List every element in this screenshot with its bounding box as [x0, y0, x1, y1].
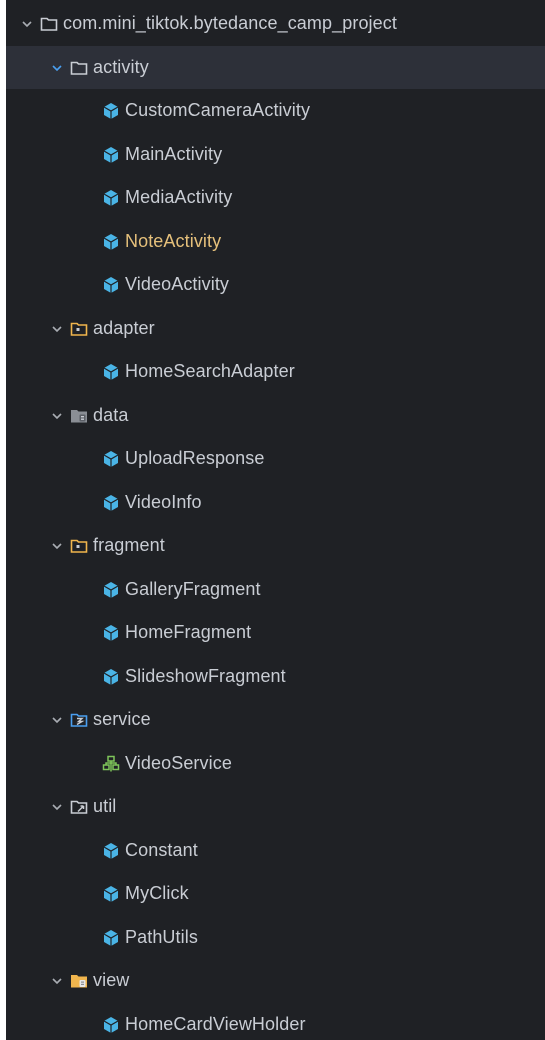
- tree-node-folder-view[interactable]: view: [6, 959, 545, 1002]
- class-icon: [102, 1016, 120, 1034]
- data-folder-icon: [70, 407, 88, 425]
- service-folder-icon: [70, 711, 88, 729]
- chevron-down-icon[interactable]: [50, 539, 64, 553]
- tree-node-class[interactable]: GalleryFragment: [6, 568, 545, 611]
- tree-node-label: Constant: [125, 840, 198, 860]
- package-folder-icon: [70, 537, 88, 555]
- tree-node-folder-adapter[interactable]: adapter: [6, 307, 545, 350]
- class-icon: [102, 189, 120, 207]
- tree-node-class[interactable]: CustomCameraActivity: [6, 89, 545, 132]
- tree-node-folder-service[interactable]: service: [6, 698, 545, 741]
- tree-node-label: SlideshowFragment: [125, 666, 286, 686]
- tree-node-label: HomeCardViewHolder: [125, 1014, 306, 1034]
- tree-node-class[interactable]: NoteActivity: [6, 220, 545, 263]
- project-tree-panel: com.mini_tiktok.bytedance_camp_project a…: [6, 0, 545, 1040]
- chevron-down-icon[interactable]: [50, 409, 64, 423]
- tree-node-class[interactable]: HomeSearchAdapter: [6, 350, 545, 393]
- tree-node-label: util: [93, 796, 117, 816]
- tree-node-class[interactable]: HomeFragment: [6, 611, 545, 654]
- class-icon: [102, 450, 120, 468]
- tree-node-label: HomeSearchAdapter: [125, 361, 295, 381]
- chevron-down-icon[interactable]: [50, 800, 64, 814]
- tree-node-label: VideoActivity: [125, 274, 230, 294]
- class-icon: [102, 929, 120, 947]
- tree-node-label: data: [93, 405, 129, 425]
- tree-node-label: MediaActivity: [125, 187, 233, 207]
- tree-node-class[interactable]: HomeCardViewHolder: [6, 1003, 545, 1040]
- class-icon: [102, 581, 120, 599]
- tree-node-label: service: [93, 709, 151, 729]
- class-icon: [102, 885, 120, 903]
- tree-node-label: view: [93, 970, 130, 990]
- tree-node-class[interactable]: SlideshowFragment: [6, 655, 545, 698]
- class-icon: [102, 102, 120, 120]
- chevron-down-icon[interactable]: [20, 17, 34, 31]
- class-icon: [102, 146, 120, 164]
- tree-node-service[interactable]: VideoService: [6, 742, 545, 785]
- class-icon: [102, 363, 120, 381]
- tree-node-class[interactable]: Constant: [6, 829, 545, 872]
- tree-node-class[interactable]: MyClick: [6, 872, 545, 915]
- tree-node-class[interactable]: MainActivity: [6, 133, 545, 176]
- tree-node-label: PathUtils: [125, 927, 198, 947]
- tree-node-label: NoteActivity: [125, 231, 222, 251]
- view-folder-icon: [70, 972, 88, 990]
- class-icon: [102, 668, 120, 686]
- folder-outline-icon: [70, 59, 88, 77]
- tree-node-class[interactable]: PathUtils: [6, 916, 545, 959]
- tree-node-label: VideoInfo: [125, 492, 202, 512]
- tree-node-folder-activity[interactable]: activity: [6, 46, 545, 89]
- class-icon: [102, 624, 120, 642]
- tree-node-folder-data[interactable]: data: [6, 394, 545, 437]
- package-folder-icon: [70, 320, 88, 338]
- service-icon: [102, 755, 120, 773]
- tree-node-folder-fragment[interactable]: fragment: [6, 524, 545, 567]
- tree-node-label: com.mini_tiktok.bytedance_camp_project: [63, 13, 397, 33]
- tree-node-label: HomeFragment: [125, 622, 252, 642]
- tree-node-label: MyClick: [125, 883, 189, 903]
- tree-node-root-package[interactable]: com.mini_tiktok.bytedance_camp_project: [6, 2, 545, 45]
- class-icon: [102, 494, 120, 512]
- chevron-down-icon[interactable]: [50, 322, 64, 336]
- tree-node-class[interactable]: UploadResponse: [6, 437, 545, 480]
- tree-node-class[interactable]: MediaActivity: [6, 176, 545, 219]
- tree-node-class[interactable]: VideoActivity: [6, 263, 545, 306]
- tree-node-class[interactable]: VideoInfo: [6, 481, 545, 524]
- tree-node-label: CustomCameraActivity: [125, 100, 311, 120]
- folder-outline-icon: [40, 15, 58, 33]
- tree-node-label: GalleryFragment: [125, 579, 261, 599]
- class-icon: [102, 233, 120, 251]
- tree-node-folder-util[interactable]: util: [6, 785, 545, 828]
- tree-node-label: VideoService: [125, 753, 232, 773]
- tree-node-label: activity: [93, 57, 149, 77]
- util-folder-icon: [70, 798, 88, 816]
- class-icon: [102, 842, 120, 860]
- tree-node-label: MainActivity: [125, 144, 223, 164]
- tree-node-label: UploadResponse: [125, 448, 265, 468]
- chevron-down-icon[interactable]: [50, 974, 64, 988]
- chevron-down-icon[interactable]: [50, 61, 64, 75]
- chevron-down-icon[interactable]: [50, 713, 64, 727]
- tree-node-label: fragment: [93, 535, 165, 555]
- class-icon: [102, 276, 120, 294]
- tree-node-label: adapter: [93, 318, 155, 338]
